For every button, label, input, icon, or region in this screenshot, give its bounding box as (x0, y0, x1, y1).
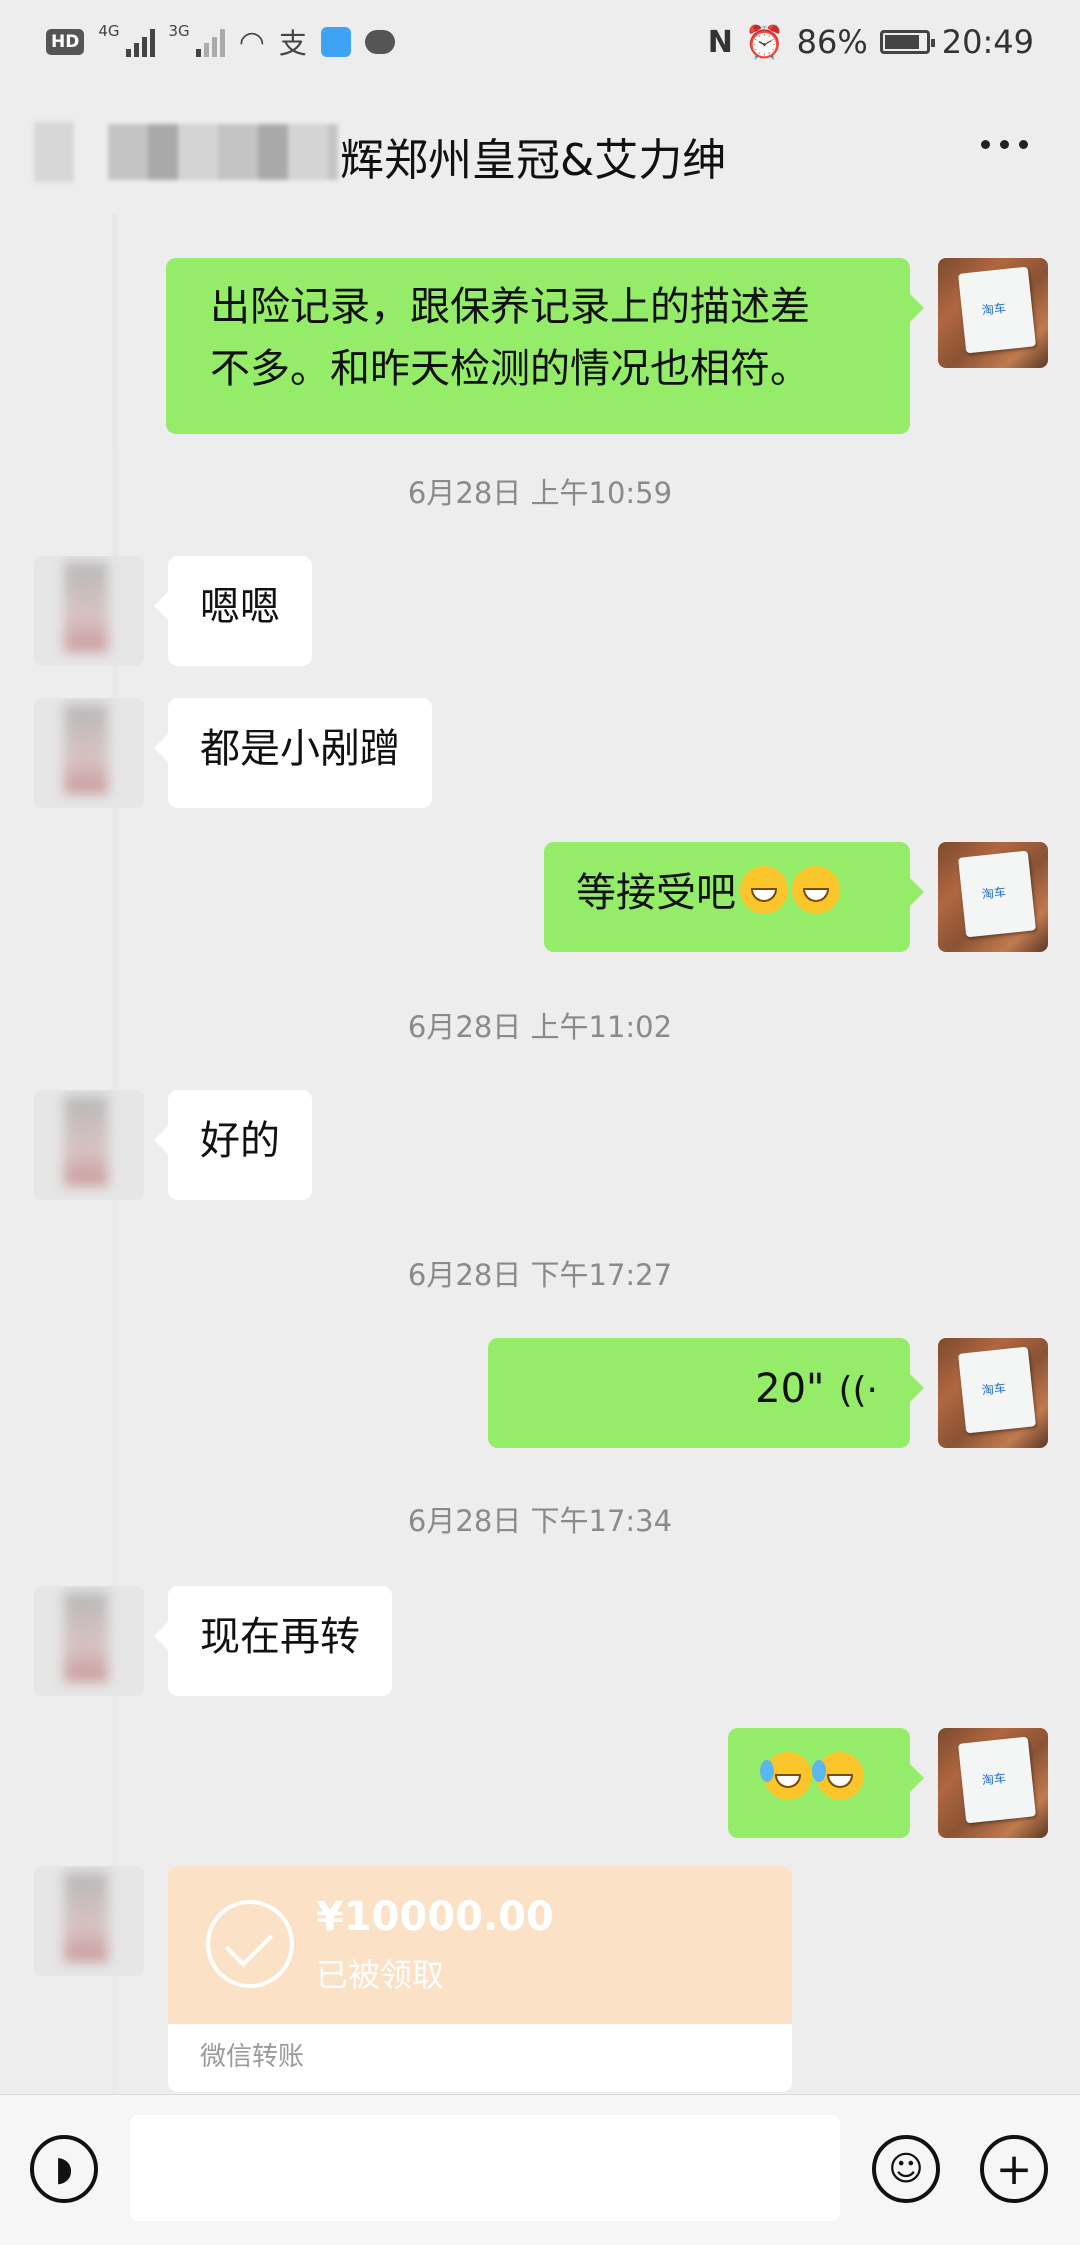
message-other-4: 现在再转 (0, 1586, 1080, 1696)
voice-mode-icon[interactable]: ◗ (30, 2135, 98, 2203)
contact-avatar[interactable] (34, 1866, 144, 1976)
tears-of-joy-emoji-icon (812, 1752, 864, 1800)
transfer-card-footer: 微信转账 (168, 2024, 792, 2092)
self-avatar[interactable]: 淘车 (938, 258, 1048, 368)
battery-fill (884, 35, 919, 49)
message-bubble[interactable]: 现在再转 (154, 1586, 392, 1696)
status-bar: HD 4G 3G ◠ 支 N ⏰ 86% 20:49 (0, 0, 1080, 84)
message-bubble[interactable]: 好的 (154, 1090, 312, 1200)
message-self-1: 出险记录，跟保养记录上的描述差 不多。和昨天检测的情况也相符。 淘车 (0, 242, 1080, 434)
transfer-status: 已被领取 (316, 1956, 445, 1994)
signal-icon-2 (195, 27, 225, 57)
emoji-bubble[interactable] (728, 1728, 924, 1838)
title-redacted (108, 124, 338, 180)
contact-avatar[interactable] (34, 698, 144, 808)
voice-wave-icon: ((· (838, 1370, 878, 1411)
message-bubble[interactable]: 等接受吧 (544, 842, 924, 952)
message-text: 等接受吧 (576, 870, 736, 916)
message-self-2: 等接受吧 淘车 (0, 842, 1080, 952)
message-other-3: 好的 (0, 1090, 1080, 1200)
tears-of-joy-emoji-icon (760, 1752, 812, 1800)
input-bar: ◗ ☺ + (0, 2094, 1080, 2245)
timestamp: 6月28日 下午17:34 (407, 1504, 673, 1538)
hd-badge: HD (46, 29, 85, 55)
message-bubble[interactable]: 出险记录，跟保养记录上的描述差 不多。和昨天检测的情况也相符。 (166, 258, 924, 434)
self-avatar[interactable]: 淘车 (938, 842, 1048, 952)
wifi-icon: ◠ (238, 24, 265, 60)
grin-emoji-icon (792, 866, 840, 914)
chat-header: 辉郑州皇冠&艾力绅 (0, 84, 1080, 214)
contact-avatar[interactable] (34, 1586, 144, 1696)
battery-icon (879, 30, 935, 54)
emoji-face-icon[interactable]: ☺ (872, 2135, 940, 2203)
message-list[interactable]: 出险记录，跟保养记录上的描述差 不多。和昨天检测的情况也相符。 淘车 6月28日… (0, 214, 1080, 2094)
notification-app-icon (320, 27, 351, 57)
signal-icon (125, 27, 155, 57)
message-bubble[interactable]: 嗯嗯 (154, 556, 312, 666)
check-circle-icon (206, 1900, 294, 1988)
message-line-1: 出险记录，跟保养记录上的描述差 (210, 284, 810, 330)
message-line-2: 不多。和昨天检测的情况也相符。 (210, 346, 810, 392)
alarm-icon: ⏰ (744, 23, 785, 61)
contact-avatar[interactable] (34, 1090, 144, 1200)
voice-bubble[interactable]: 20" ((· (488, 1338, 924, 1448)
more-dots-icon[interactable] (981, 140, 1028, 149)
plus-icon[interactable]: + (980, 2135, 1048, 2203)
self-avatar[interactable]: 淘车 (938, 1728, 1048, 1838)
timestamp: 6月28日 下午17:27 (407, 1258, 673, 1292)
status-right: N ⏰ 86% 20:49 (708, 22, 1034, 62)
status-left: HD 4G 3G ◠ 支 (46, 22, 395, 62)
transfer-label: 微信转账 (200, 2042, 305, 2072)
nfc-icon: N (707, 24, 733, 60)
voice-duration: 20" (755, 1366, 825, 1412)
network-3g-label: 3G (168, 22, 190, 40)
voice-message: 20" ((· 淘车 (0, 1338, 1080, 1448)
chat-notification-icon (364, 30, 395, 54)
chat-title: 辉郑州皇冠&艾力绅 (340, 135, 727, 186)
clock: 20:49 (941, 23, 1034, 61)
message-other-1: 嗯嗯 (0, 556, 1080, 666)
back-arrow-icon[interactable] (34, 122, 74, 182)
contact-avatar[interactable] (34, 556, 144, 666)
timestamp: 6月28日 上午11:02 (407, 1010, 673, 1044)
message-self-3: 淘车 (0, 1728, 1080, 1838)
message-other-2: 都是小剐蹭 (0, 698, 1080, 808)
alipay-icon: 支 (278, 27, 307, 60)
grin-emoji-icon (740, 866, 788, 914)
timestamp: 6月28日 上午10:59 (407, 476, 673, 510)
self-avatar[interactable]: 淘车 (938, 1338, 1048, 1448)
network-4g-label: 4G (98, 22, 120, 40)
transfer-card-body: ¥10000.00 已被领取 (168, 1866, 792, 2024)
wechat-transfer-card[interactable]: ¥10000.00 已被领取 微信转账 (168, 1866, 792, 2092)
battery-percent: 86% (796, 23, 868, 61)
message-bubble[interactable]: 都是小剐蹭 (154, 698, 432, 808)
message-input[interactable] (130, 2115, 840, 2221)
transfer-amount: ¥10000.00 (316, 1894, 554, 1940)
